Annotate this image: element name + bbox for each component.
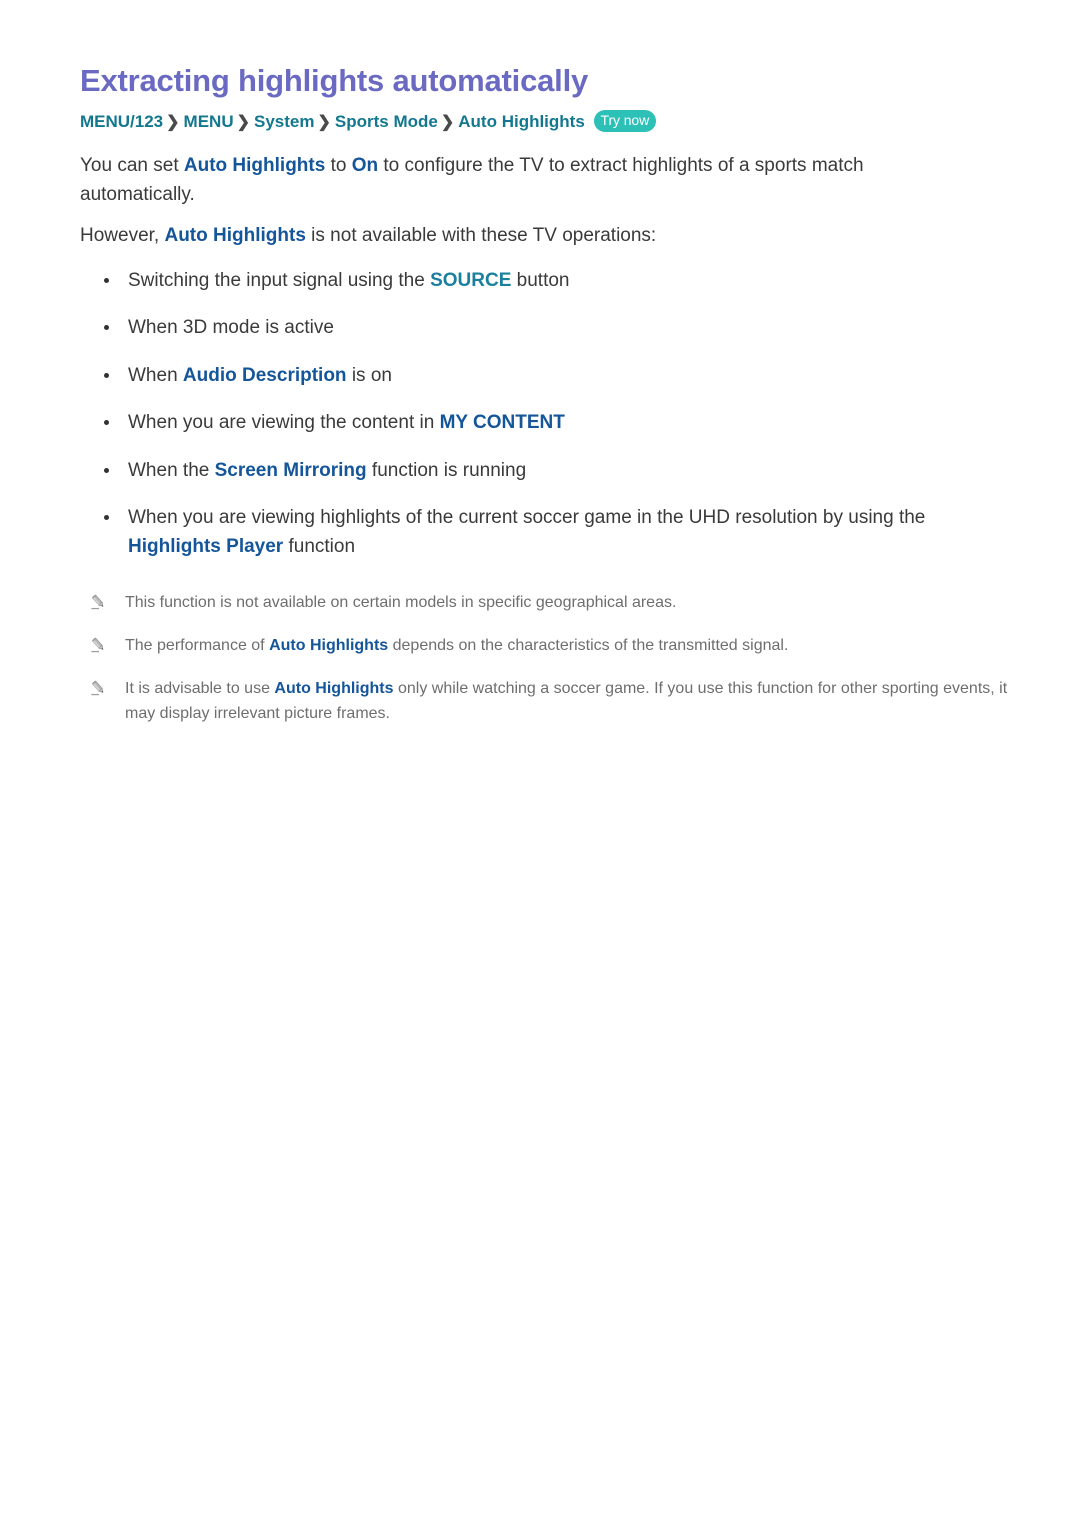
bullet-dot-icon — [104, 515, 109, 521]
list-item-text: function — [283, 535, 356, 557]
note-keyword: Auto Highlights — [274, 679, 394, 697]
breadcrumb-separator-icon: ❯ — [236, 114, 251, 132]
list-item-text: button — [511, 269, 570, 291]
breadcrumb-separator-icon: ❯ — [166, 114, 180, 132]
note-text: The performance of — [125, 637, 270, 655]
note-item: It is advisable to use Auto Highlights o… — [80, 677, 1008, 727]
breadcrumb-item[interactable]: MENU — [184, 112, 234, 131]
intro-paragraphs: You can set Auto Highlights to On to con… — [80, 152, 1008, 251]
pencil-icon — [90, 593, 108, 611]
paragraph-text: However, — [80, 224, 165, 246]
breadcrumb-item[interactable]: Sports Mode — [335, 112, 438, 131]
paragraph-keyword: Auto Highlights — [164, 224, 306, 246]
list-item-text: When you are viewing the content in — [128, 412, 440, 434]
note-text: depends on the characteristics of the tr… — [388, 637, 789, 655]
list-item-text: is on — [346, 364, 392, 386]
notes-list: This function is not available on certai… — [80, 591, 1008, 726]
list-item-keyword: SOURCE — [430, 269, 512, 291]
list-item-text: When you are viewing highlights of the c… — [128, 507, 926, 529]
list-item-text: Switching the input signal using the — [128, 269, 431, 291]
breadcrumb-trail: MENU/123 ❯ MENU ❯ System ❯ Sports Mode ❯ Auto Hi… — [80, 112, 585, 131]
pencil-icon — [90, 679, 108, 697]
bullet-dot-icon — [104, 277, 109, 283]
page-title: Extracting highlights automatically — [80, 63, 589, 98]
paragraph-keyword: On — [351, 155, 379, 177]
restrictions-list: Switching the input signal using the SOU… — [80, 267, 1008, 562]
list-item-keyword: Audio Description — [182, 364, 347, 386]
paragraph: You can set Auto Highlights to On to con… — [80, 152, 940, 210]
bullet-dot-icon — [104, 372, 109, 378]
breadcrumb-item[interactable]: Auto Highlights — [458, 112, 585, 131]
document-page: Extracting highlights automatically MENU… — [0, 0, 1080, 1527]
list-item: When you are viewing the content in MY C… — [80, 409, 1008, 438]
list-item: When Audio Description is on — [80, 362, 1008, 391]
breadcrumb-separator-icon: ❯ — [440, 114, 455, 132]
list-item-keyword: Screen Mirroring — [214, 459, 367, 481]
bullet-dot-icon — [104, 467, 109, 473]
list-item-text: When — [128, 364, 183, 386]
bullet-dot-icon — [104, 420, 109, 426]
paragraph-text: is not available with these TV operation… — [305, 224, 657, 246]
list-item: When 3D mode is active — [80, 314, 1008, 343]
note-keyword: Auto Highlights — [269, 637, 389, 655]
paragraph: However, Auto Highlights is not availabl… — [80, 222, 940, 251]
list-item-keyword: MY CONTENT — [439, 412, 565, 434]
note-text: It is advisable to use — [125, 679, 275, 697]
try-now-badge[interactable]: Try now — [593, 110, 657, 133]
breadcrumb-item[interactable]: System — [254, 112, 314, 131]
paragraph-text: You can set — [80, 155, 184, 177]
list-item: When the Screen Mirroring function is ru… — [80, 457, 1008, 486]
pencil-icon — [90, 636, 108, 654]
list-item-text: When 3D mode is active — [128, 317, 334, 339]
paragraph-text: to — [325, 155, 352, 177]
note-item: The performance of Auto Highlights depen… — [80, 634, 1008, 659]
breadcrumb-separator-icon: ❯ — [317, 114, 331, 132]
note-text: This function is not available on certai… — [125, 594, 677, 612]
paragraph-keyword: Auto Highlights — [183, 155, 326, 177]
list-item: When you are viewing highlights of the c… — [80, 504, 1008, 561]
breadcrumb-item[interactable]: MENU/123 — [80, 112, 163, 131]
breadcrumb: MENU/123 ❯ MENU ❯ System ❯ Sports Mode ❯ Auto Hi… — [80, 109, 1008, 135]
list-item-text: function is running — [366, 459, 527, 481]
list-item: Switching the input signal using the SOU… — [80, 267, 1008, 296]
bullet-dot-icon — [104, 325, 109, 331]
note-item: This function is not available on certai… — [80, 591, 1008, 616]
list-item-keyword: Highlights Player — [128, 535, 284, 557]
list-item-text: When the — [128, 459, 215, 481]
